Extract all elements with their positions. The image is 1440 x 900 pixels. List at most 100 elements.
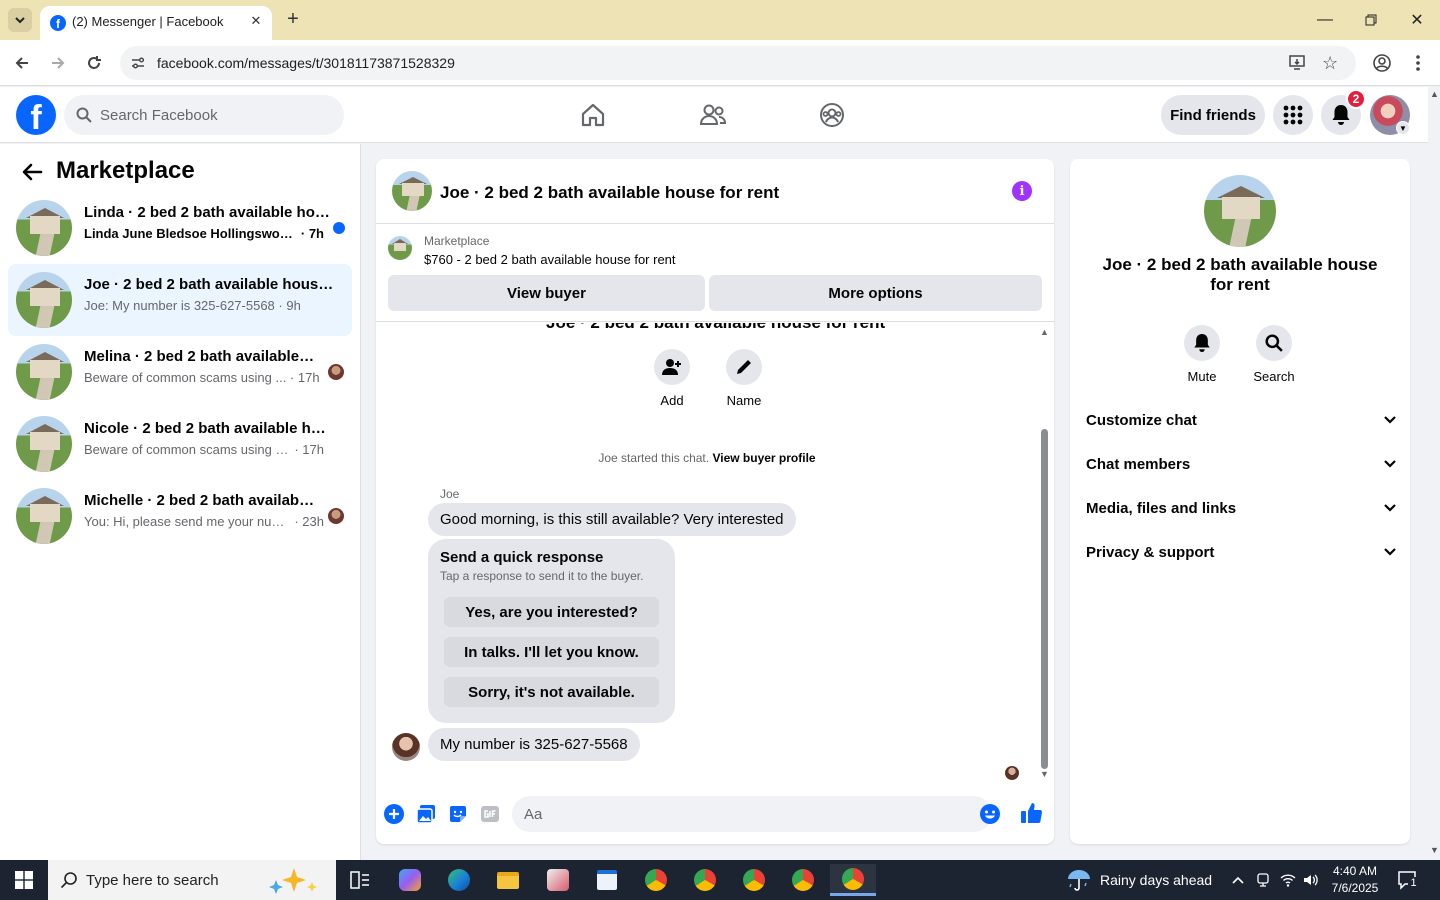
page-scrollbar[interactable]: ▲ ▼	[1428, 87, 1440, 860]
bookmark-star-icon[interactable]: ☆	[1322, 53, 1342, 73]
quick-response-button[interactable]: Sorry, it's not available.	[444, 677, 659, 707]
media-files-links-section[interactable]: Media, files and links	[1086, 490, 1396, 526]
more-actions-button[interactable]	[383, 803, 405, 825]
chrome-active-app[interactable]	[830, 864, 876, 896]
taskbar-search[interactable]	[48, 860, 336, 900]
quick-response-button[interactable]: Yes, are you interested?	[444, 597, 659, 627]
app-window[interactable]	[587, 864, 627, 896]
emoji-button[interactable]	[980, 804, 1000, 824]
reload-button[interactable]	[82, 51, 106, 75]
listing-title[interactable]: $760 - 2 bed 2 bath available house for …	[424, 252, 676, 267]
active-tab[interactable]: f (2) Messenger | Facebook ✕	[40, 6, 272, 40]
scrollbar-thumb[interactable]	[1041, 429, 1048, 769]
back-button[interactable]	[10, 51, 34, 75]
info-icon[interactable]: i	[1012, 181, 1032, 201]
mute-button[interactable]: Mute	[1172, 325, 1232, 384]
chrome-profile-app[interactable]	[685, 864, 725, 896]
site-info-icon[interactable]	[128, 53, 148, 73]
home-icon	[581, 103, 605, 127]
chrome-profile-app[interactable]	[783, 864, 823, 896]
search-in-chat-button[interactable]: Search	[1244, 325, 1304, 384]
taskbar-clock[interactable]: 4:40 AM 7/6/2025	[1326, 863, 1384, 897]
sticker-button[interactable]	[447, 803, 469, 825]
conversation-preview: Beware of common scams using pay... · 17…	[84, 442, 324, 457]
message-input-box[interactable]	[512, 796, 1000, 832]
url-text[interactable]: facebook.com/messages/t/3018117387152832…	[157, 55, 455, 71]
address-bar[interactable]: facebook.com/messages/t/3018117387152832…	[120, 46, 1356, 80]
scroll-down-icon[interactable]: ▼	[1040, 769, 1049, 779]
scroll-down-icon[interactable]: ▼	[1430, 845, 1439, 855]
action-center-button[interactable]: 1	[1397, 869, 1419, 891]
volume-icon[interactable]	[1301, 870, 1321, 890]
attach-photo-button[interactable]	[415, 803, 437, 825]
new-tab-button[interactable]: +	[282, 8, 304, 30]
friends-nav-button[interactable]	[696, 99, 730, 131]
start-button[interactable]	[0, 860, 48, 900]
minimize-button[interactable]: —	[1310, 6, 1340, 34]
home-nav-button[interactable]	[576, 99, 610, 131]
chrome-profile-app[interactable]	[734, 864, 774, 896]
chat-scrollbar[interactable]: ▲ ▼	[1038, 327, 1050, 779]
show-hidden-icons-button[interactable]	[1228, 870, 1248, 890]
message-list[interactable]: Joe · 2 bed 2 bath available house for r…	[376, 323, 1054, 783]
smiley-icon	[980, 804, 1000, 824]
copilot-app[interactable]	[390, 864, 430, 896]
view-buyer-button[interactable]: View buyer	[388, 275, 705, 311]
conversation-item[interactable]: Michelle · 2 bed 2 bath available house …	[8, 480, 352, 552]
menu-button[interactable]	[1273, 95, 1313, 135]
back-button[interactable]	[20, 160, 44, 184]
install-app-icon[interactable]	[1288, 53, 1308, 73]
customize-chat-section[interactable]: Customize chat	[1086, 402, 1396, 438]
gif-button[interactable]	[479, 803, 501, 825]
tab-close-button[interactable]: ✕	[246, 11, 266, 31]
find-friends-button[interactable]: Find friends	[1161, 95, 1265, 135]
task-view-button[interactable]	[340, 864, 380, 896]
conversation-item[interactable]: Melina · 2 bed 2 bath available house fo…	[8, 336, 352, 408]
conversation-item[interactable]: Linda · 2 bed 2 bath available house for…	[8, 192, 352, 264]
quick-response-button[interactable]: In talks. I'll let you know.	[444, 637, 659, 667]
add-button[interactable]: Add	[652, 349, 692, 408]
chrome-menu-button[interactable]	[1408, 53, 1428, 73]
listing-thumbnail[interactable]	[392, 171, 432, 211]
chevron-down-icon[interactable]: ▼	[1396, 121, 1410, 135]
privacy-support-section[interactable]: Privacy & support	[1086, 534, 1396, 570]
search-input[interactable]	[100, 95, 330, 135]
message-input[interactable]	[524, 796, 944, 832]
meet-now-icon[interactable]	[1253, 870, 1273, 890]
listing-thumbnail[interactable]	[1204, 175, 1276, 247]
scroll-up-icon[interactable]: ▲	[1430, 89, 1439, 99]
scroll-up-icon[interactable]: ▲	[1040, 327, 1049, 337]
weather-widget[interactable]: Rainy days ahead	[1066, 860, 1216, 900]
more-options-button[interactable]: More options	[709, 275, 1042, 311]
like-button[interactable]	[1020, 801, 1044, 825]
file-explorer-app[interactable]	[488, 864, 528, 896]
sender-avatar[interactable]	[392, 733, 420, 761]
forward-button[interactable]	[46, 51, 70, 75]
facebook-logo-icon[interactable]: f	[16, 95, 56, 135]
restore-button[interactable]	[1356, 6, 1386, 34]
chrome-profile-icon[interactable]	[1372, 53, 1392, 73]
close-window-button[interactable]: ✕	[1402, 6, 1432, 34]
wifi-icon[interactable]	[1278, 870, 1298, 890]
taskbar-search-input[interactable]	[86, 860, 256, 900]
snipping-tool-app[interactable]	[538, 864, 578, 896]
groups-nav-button[interactable]	[815, 99, 849, 131]
tab-search-button[interactable]	[8, 8, 32, 32]
chat-members-section[interactable]: Chat members	[1086, 446, 1396, 482]
chrome-app[interactable]	[636, 864, 676, 896]
message-bubble[interactable]: Good morning, is this still available? V…	[428, 503, 796, 536]
close-icon: ✕	[1410, 12, 1424, 29]
search-icon	[76, 107, 92, 123]
conversation-item-active[interactable]: Joe · 2 bed 2 bath available house for r…	[8, 264, 352, 336]
name-button[interactable]: Name	[724, 349, 764, 408]
chat-title[interactable]: Joe · 2 bed 2 bath available house for r…	[440, 183, 779, 203]
restore-icon	[1365, 14, 1377, 26]
marketplace-label: Marketplace	[424, 234, 490, 248]
conversation-item[interactable]: Nicole · 2 bed 2 bath available house fo…	[8, 408, 352, 480]
copilot-sparkle-icon[interactable]	[264, 866, 326, 894]
edge-app[interactable]	[439, 864, 479, 896]
view-buyer-profile-link[interactable]: View buyer profile	[712, 451, 815, 465]
facebook-search[interactable]	[64, 95, 344, 135]
conversation-time: 7h	[308, 226, 324, 241]
message-bubble[interactable]: My number is 325-627-5568	[428, 728, 640, 761]
